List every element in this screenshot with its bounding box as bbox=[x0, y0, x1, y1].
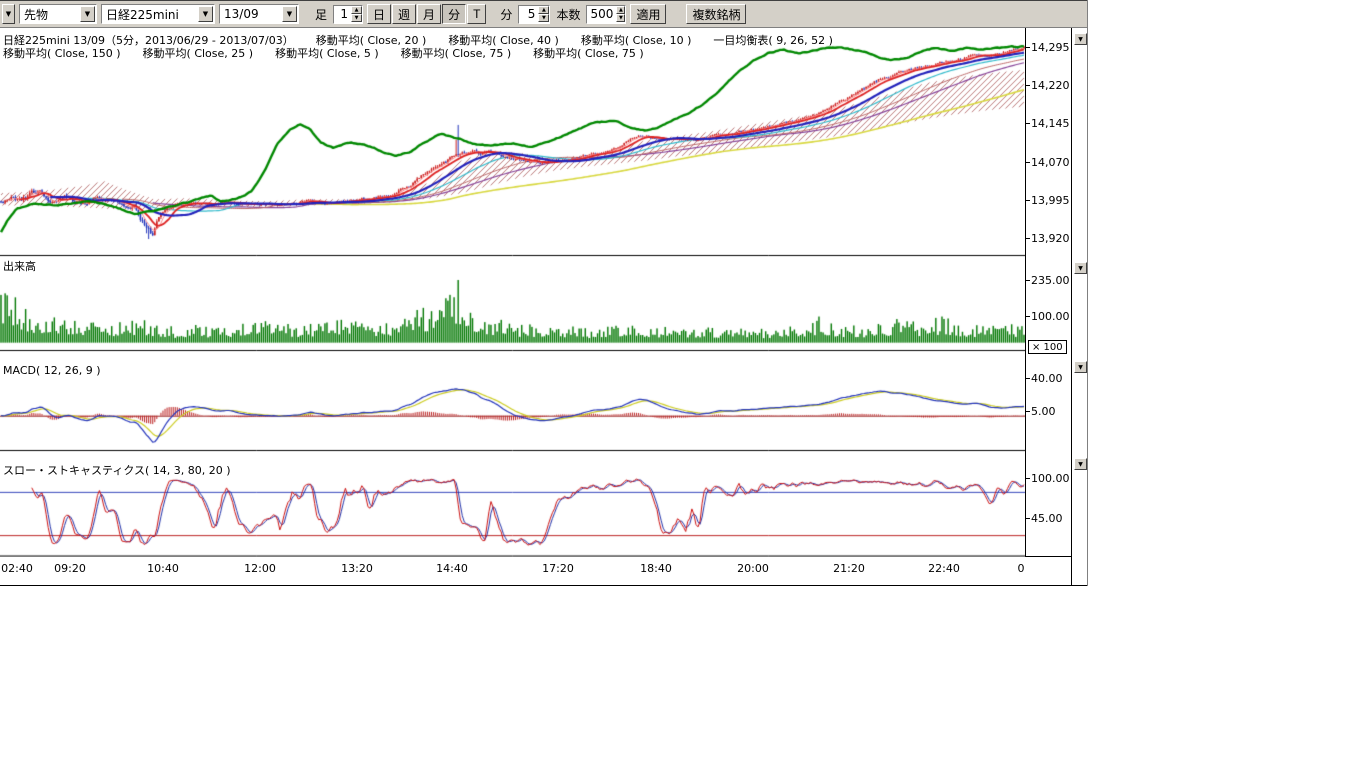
time-axis-label: 09:20 bbox=[54, 562, 86, 575]
axis-right-border bbox=[1071, 28, 1072, 585]
chart-area: 日経225mini 13/09（5分，2013/06/29 - 2013/07/… bbox=[0, 28, 1088, 587]
arrow-down-icon[interactable]: ▼ bbox=[538, 14, 549, 22]
period-button-1[interactable]: 日 bbox=[367, 4, 391, 24]
price-axis-label: 14,295 bbox=[1031, 41, 1070, 54]
stepper-arrows[interactable]: ▲▼ bbox=[351, 6, 362, 22]
chevron-down-icon: ▼ bbox=[1078, 265, 1083, 272]
chevron-down-icon[interactable]: ▼ bbox=[80, 6, 95, 22]
window-right-border bbox=[1087, 0, 1088, 586]
macd-panel-menu-button[interactable]: ▼ bbox=[1074, 361, 1087, 373]
chevron-down-icon: ▼ bbox=[1078, 461, 1083, 468]
arrow-down-icon[interactable]: ▼ bbox=[616, 14, 625, 22]
toolbar: ▼ 先物 ▼ 日経225mini ▼ 13/09 ▼ 足 1 ▲▼ 日週月分T … bbox=[0, 0, 1088, 28]
chevron-down-icon[interactable]: ▼ bbox=[282, 6, 297, 22]
time-axis-label: 0 bbox=[1018, 562, 1025, 575]
apply-button[interactable]: 適用 bbox=[630, 4, 666, 24]
volume-axis-label: 100.00 bbox=[1031, 310, 1070, 323]
time-axis-label: 02:40 bbox=[1, 562, 33, 575]
contract-month-select[interactable]: 13/09 ▼ bbox=[219, 4, 299, 24]
chevron-down-icon[interactable]: ▼ bbox=[198, 6, 213, 22]
chevron-down-icon: ▼ bbox=[1078, 364, 1083, 371]
plot-right-border bbox=[1025, 28, 1026, 556]
arrow-down-icon[interactable]: ▼ bbox=[351, 14, 362, 22]
time-axis-label: 21:20 bbox=[833, 562, 865, 575]
time-axis-label: 10:40 bbox=[147, 562, 179, 575]
period-button-2[interactable]: 週 bbox=[392, 4, 416, 24]
period-button-group: 日週月分T bbox=[367, 4, 486, 24]
stepper-arrows[interactable]: ▲▼ bbox=[538, 6, 549, 22]
toolbar-collapse-button[interactable]: ▼ bbox=[2, 4, 15, 24]
legend-item: 移動平均( Close, 75 ) bbox=[533, 45, 644, 61]
window-bottom-border bbox=[0, 585, 1088, 586]
bar-count-stepper[interactable]: 500 ▲▼ bbox=[586, 5, 626, 24]
minute-value: 5 bbox=[519, 7, 538, 21]
bar-interval-label: 足 bbox=[313, 6, 329, 23]
legend-item: 一目均衡表( 9, 26, 52 ) bbox=[713, 32, 833, 48]
plot-bottom-border bbox=[1025, 556, 1072, 557]
minute-stepper[interactable]: 5 ▲▼ bbox=[518, 5, 550, 24]
legend-item: 移動平均( Close, 5 ) bbox=[275, 45, 379, 61]
minute-label: 分 bbox=[498, 6, 514, 23]
market-select-value: 先物 bbox=[20, 6, 80, 23]
price-axis-label: 14,145 bbox=[1031, 117, 1070, 130]
time-axis-label: 20:00 bbox=[737, 562, 769, 575]
chevron-down-icon: ▼ bbox=[1078, 36, 1083, 43]
legend-item: 移動平均( Close, 25 ) bbox=[143, 45, 254, 61]
period-button-3[interactable]: 月 bbox=[417, 4, 441, 24]
legend-item: 移動平均( Close, 150 ) bbox=[3, 45, 121, 61]
chart-legend-line2: 移動平均( Close, 150 ) 移動平均( Close, 25 ) 移動平均(… bbox=[3, 45, 644, 61]
market-select[interactable]: 先物 ▼ bbox=[19, 4, 97, 24]
stoch-axis-label: 45.00 bbox=[1031, 512, 1063, 525]
price-axis-label: 14,220 bbox=[1031, 79, 1070, 92]
time-axis-label: 14:40 bbox=[436, 562, 468, 575]
time-axis-label: 22:40 bbox=[928, 562, 960, 575]
price-panel-menu-button[interactable]: ▼ bbox=[1074, 33, 1087, 45]
stochastics-panel-title: スロー・ストキャスティクス( 14, 3, 80, 20 ) bbox=[3, 462, 231, 478]
legend-item: 移動平均( Close, 75 ) bbox=[401, 45, 512, 61]
stoch-panel-menu-button[interactable]: ▼ bbox=[1074, 458, 1087, 470]
volume-unit-label: × 100 bbox=[1028, 340, 1067, 354]
period-button-4[interactable]: 分 bbox=[442, 4, 466, 24]
stepper-arrows[interactable]: ▲▼ bbox=[616, 6, 625, 22]
volume-panel-menu-button[interactable]: ▼ bbox=[1074, 262, 1087, 274]
price-axis-label: 13,920 bbox=[1031, 232, 1070, 245]
multi-symbol-button[interactable]: 複数銘柄 bbox=[686, 4, 746, 24]
volume-axis-label: 235.00 bbox=[1031, 274, 1070, 287]
bar-interval-value: 1 bbox=[334, 7, 351, 21]
symbol-select-value: 日経225mini bbox=[102, 6, 198, 23]
chart-application-window: ▼ 先物 ▼ 日経225mini ▼ 13/09 ▼ 足 1 ▲▼ 日週月分T … bbox=[0, 0, 1088, 587]
arrow-up-icon[interactable]: ▲ bbox=[616, 6, 625, 14]
arrow-up-icon[interactable]: ▲ bbox=[351, 6, 362, 14]
stoch-axis-label: 100.00 bbox=[1031, 472, 1070, 485]
macd-axis-label: 40.00 bbox=[1031, 372, 1063, 385]
bar-interval-stepper[interactable]: 1 ▲▼ bbox=[333, 5, 363, 24]
macd-panel-title: MACD( 12, 26, 9 ) bbox=[3, 364, 101, 377]
bar-count-label: 本数 bbox=[554, 6, 582, 23]
arrow-up-icon[interactable]: ▲ bbox=[538, 6, 549, 14]
time-axis-label: 17:20 bbox=[542, 562, 574, 575]
volume-panel-title: 出来高 bbox=[3, 258, 36, 274]
time-axis-label: 12:00 bbox=[244, 562, 276, 575]
bar-count-value: 500 bbox=[587, 7, 616, 21]
chevron-down-icon: ▼ bbox=[6, 10, 11, 18]
time-axis-label: 13:20 bbox=[341, 562, 373, 575]
period-button-5[interactable]: T bbox=[467, 4, 486, 24]
contract-month-value: 13/09 bbox=[220, 7, 282, 21]
price-axis-label: 14,070 bbox=[1031, 156, 1070, 169]
price-axis-label: 13,995 bbox=[1031, 194, 1070, 207]
macd-axis-label: 5.00 bbox=[1031, 405, 1056, 418]
symbol-select[interactable]: 日経225mini ▼ bbox=[101, 4, 215, 24]
time-axis-label: 18:40 bbox=[640, 562, 672, 575]
